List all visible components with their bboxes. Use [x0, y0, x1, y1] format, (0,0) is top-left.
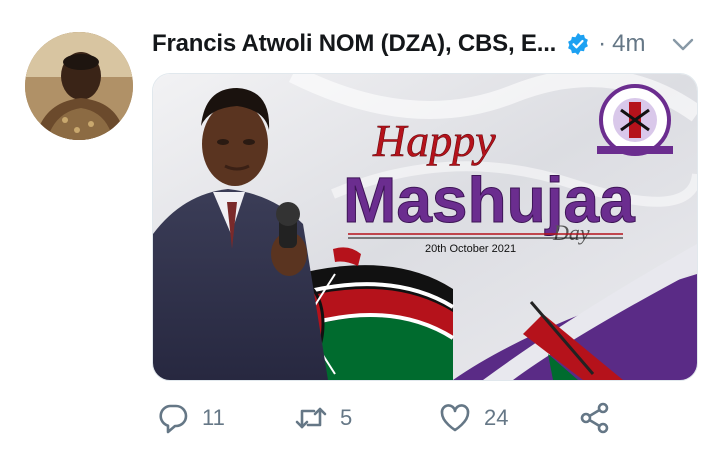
like-button[interactable]: 24 — [438, 396, 508, 440]
share-button[interactable] — [578, 396, 612, 440]
reply-button[interactable]: 11 — [156, 396, 225, 440]
tweet-media-image[interactable]: Happy Mashujaa Day 20th October 2021 — [152, 73, 698, 381]
cotu-logo — [597, 84, 673, 156]
avatar-image — [25, 32, 133, 140]
tweet-timestamp[interactable]: 4m — [612, 30, 645, 58]
retweet-icon — [294, 401, 328, 435]
verified-badge-icon — [566, 32, 590, 56]
poster-date-text: 20th October 2021 — [425, 243, 516, 255]
tweet-header: Francis Atwoli NOM (DZA), CBS, E... · 4m — [152, 28, 697, 60]
share-icon — [578, 401, 612, 435]
poster-mashujaa-text: Mashujaa — [343, 164, 635, 236]
author-name[interactable]: Francis Atwoli NOM (DZA), CBS, E... — [152, 30, 556, 58]
like-icon — [438, 401, 472, 435]
tweet-actions: 11 5 24 — [152, 396, 697, 440]
poster-happy-text: Happy — [372, 115, 496, 166]
chevron-down-icon[interactable] — [669, 30, 697, 58]
retweet-count: 5 — [340, 405, 353, 430]
retweet-button[interactable]: 5 — [294, 396, 352, 440]
mashujaa-day-poster: Happy Mashujaa Day 20th October 2021 — [153, 74, 697, 380]
author-avatar[interactable] — [25, 32, 133, 140]
poster-day-text: Day — [552, 220, 590, 245]
reply-icon — [156, 401, 190, 435]
reply-count: 11 — [202, 405, 225, 430]
like-count: 24 — [484, 405, 509, 430]
separator-dot: · — [598, 30, 607, 57]
